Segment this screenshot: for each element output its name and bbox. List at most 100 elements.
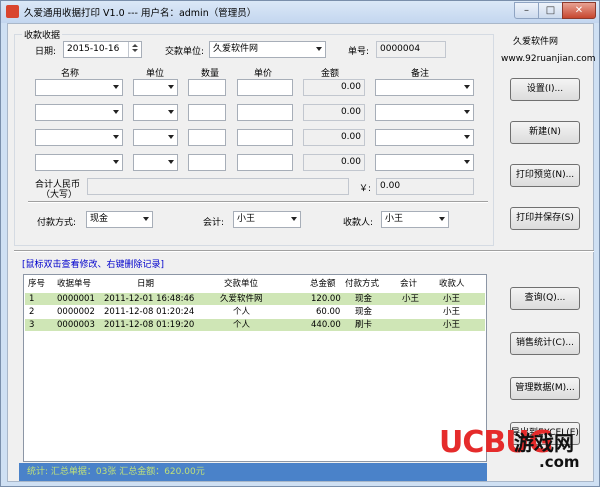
cell-cashier: 小王 xyxy=(443,307,461,317)
cashier-combo[interactable]: 小王 xyxy=(381,211,449,228)
payer-combo[interactable]: 久爱软件网 xyxy=(209,41,326,58)
payer-label: 交款单位: xyxy=(165,47,205,57)
divider xyxy=(28,201,488,203)
section-divider xyxy=(14,250,594,252)
accountant-label: 会计: xyxy=(203,218,225,228)
cell-accountant: 小王 xyxy=(402,294,420,304)
cell-seq: 3 xyxy=(29,320,35,330)
chevron-down-icon xyxy=(439,217,445,221)
th-payer[interactable]: 交款单位 xyxy=(224,278,258,290)
manage-data-button[interactable]: 管理数据(M)... xyxy=(510,377,580,400)
maximize-button[interactable]: □ xyxy=(538,2,563,19)
total-label-sub: （大写） xyxy=(41,190,78,200)
settings-button[interactable]: 设置(I)... xyxy=(510,78,580,101)
date-spinner[interactable] xyxy=(128,42,140,57)
item-remark-combo[interactable] xyxy=(375,104,474,121)
item-name-combo[interactable] xyxy=(35,79,123,96)
col-qty: 数量 xyxy=(201,69,220,79)
cell-pay-method: 现金 xyxy=(355,294,373,304)
chevron-down-icon xyxy=(316,47,322,51)
item-name-combo[interactable] xyxy=(35,129,123,146)
cell-seq: 2 xyxy=(29,307,35,317)
print-preview-button[interactable]: 打印预览(N)... xyxy=(510,164,580,187)
pay-method-combo[interactable]: 现金 xyxy=(86,211,153,228)
query-button[interactable]: 查询(Q)... xyxy=(510,287,580,310)
chevron-down-icon xyxy=(291,217,297,221)
item-qty-input[interactable] xyxy=(188,129,226,146)
cell-total: 440.00 xyxy=(311,320,341,330)
records-table[interactable]: 序号 收据单号 日期 交款单位 总金额 付款方式 会计 收款人 1 000000… xyxy=(23,274,487,462)
close-button[interactable]: ✕ xyxy=(562,2,596,19)
date-label: 日期: xyxy=(35,47,57,57)
cell-receipt-no: 0000002 xyxy=(57,307,95,317)
accountant-combo[interactable]: 小王 xyxy=(233,211,301,228)
total-amount: 0.00 xyxy=(376,178,474,195)
cashier-label: 收款人: xyxy=(343,218,374,228)
cell-pay-method: 现金 xyxy=(355,307,373,317)
pay-method-value: 现金 xyxy=(90,214,109,224)
table-row[interactable]: 2 0000002 2011-12-08 01:20:24 个人 60.00 现… xyxy=(25,306,485,318)
item-amount: 0.00 xyxy=(303,104,365,121)
print-save-button[interactable]: 打印并保存(S) xyxy=(510,207,580,230)
item-unit-combo[interactable] xyxy=(133,79,178,96)
payer-value: 久爱软件网 xyxy=(213,44,259,54)
th-receipt-no[interactable]: 收据单号 xyxy=(57,278,91,290)
table-row[interactable]: 3 0000003 2011-12-08 01:19:20 个人 440.00 … xyxy=(25,319,485,331)
table-row[interactable]: 1 0000001 2011-12-01 16:48:46 久爱软件网 120.… xyxy=(25,293,485,305)
status-bar: 统计: 汇总单据：03张 汇总金额：620.00元 xyxy=(19,463,487,481)
cashier-value: 小王 xyxy=(385,214,404,224)
item-unit-combo[interactable] xyxy=(133,129,178,146)
cell-date: 2011-12-08 01:20:24 xyxy=(104,307,195,317)
item-price-input[interactable] xyxy=(237,79,293,96)
item-amount: 0.00 xyxy=(303,79,365,96)
item-qty-input[interactable] xyxy=(188,104,226,121)
cell-date: 2011-12-01 16:48:46 xyxy=(104,294,195,304)
watermark-com: .com xyxy=(539,453,580,471)
cell-cashier: 小王 xyxy=(443,320,461,330)
th-cashier[interactable]: 收款人 xyxy=(439,278,465,290)
th-total[interactable]: 总金额 xyxy=(310,278,336,290)
yen-label: ￥: xyxy=(359,184,372,194)
th-accountant[interactable]: 会计 xyxy=(400,278,417,290)
item-price-input[interactable] xyxy=(237,129,293,146)
th-seq[interactable]: 序号 xyxy=(28,278,45,290)
cell-payer: 久爱软件网 xyxy=(220,294,263,304)
list-hint: [鼠标双击查看修改、右键删除记录] xyxy=(22,260,165,270)
receipt-no-field: 0000004 xyxy=(376,41,446,58)
item-amount: 0.00 xyxy=(303,129,365,146)
item-price-input[interactable] xyxy=(237,154,293,171)
col-unit: 单位 xyxy=(146,69,165,79)
cell-date: 2011-12-08 01:19:20 xyxy=(104,320,195,330)
cell-total: 120.00 xyxy=(311,294,341,304)
item-name-combo[interactable] xyxy=(35,104,123,121)
th-pay-method[interactable]: 付款方式 xyxy=(345,278,379,290)
cell-payer: 个人 xyxy=(233,307,251,317)
cell-cashier: 小王 xyxy=(443,294,461,304)
item-remark-combo[interactable] xyxy=(375,79,474,96)
th-date[interactable]: 日期 xyxy=(137,278,154,290)
watermark-game: 游戏网 xyxy=(514,431,574,455)
accountant-value: 小王 xyxy=(237,214,256,224)
item-qty-input[interactable] xyxy=(188,154,226,171)
col-amount: 金额 xyxy=(321,69,340,79)
col-name: 名称 xyxy=(61,69,80,79)
cell-total: 60.00 xyxy=(316,307,341,317)
sales-stats-button[interactable]: 销售统计(C)... xyxy=(510,332,580,355)
app-icon xyxy=(6,5,19,18)
item-price-input[interactable] xyxy=(237,104,293,121)
cell-receipt-no: 0000001 xyxy=(57,294,95,304)
item-amount: 0.00 xyxy=(303,154,365,171)
item-remark-combo[interactable] xyxy=(375,154,474,171)
title-bar: 久爱通用收据打印 V1.0 --- 用户名：admin（管理员） – □ ✕ xyxy=(1,1,599,23)
main-panel: 收款收据 日期: 2015-10-16 交款单位: 久爱软件网 单号: 0000… xyxy=(7,23,596,482)
app-window: 久爱通用收据打印 V1.0 --- 用户名：admin（管理员） – □ ✕ 收… xyxy=(0,0,600,487)
item-name-combo[interactable] xyxy=(35,154,123,171)
receipt-group-title: 收款收据 xyxy=(22,28,63,41)
item-unit-combo[interactable] xyxy=(133,104,178,121)
item-qty-input[interactable] xyxy=(188,79,226,96)
item-unit-combo[interactable] xyxy=(133,154,178,171)
cell-payer: 个人 xyxy=(233,320,251,330)
minimize-button[interactable]: – xyxy=(514,2,539,19)
new-button[interactable]: 新建(N) xyxy=(510,121,580,144)
item-remark-combo[interactable] xyxy=(375,129,474,146)
